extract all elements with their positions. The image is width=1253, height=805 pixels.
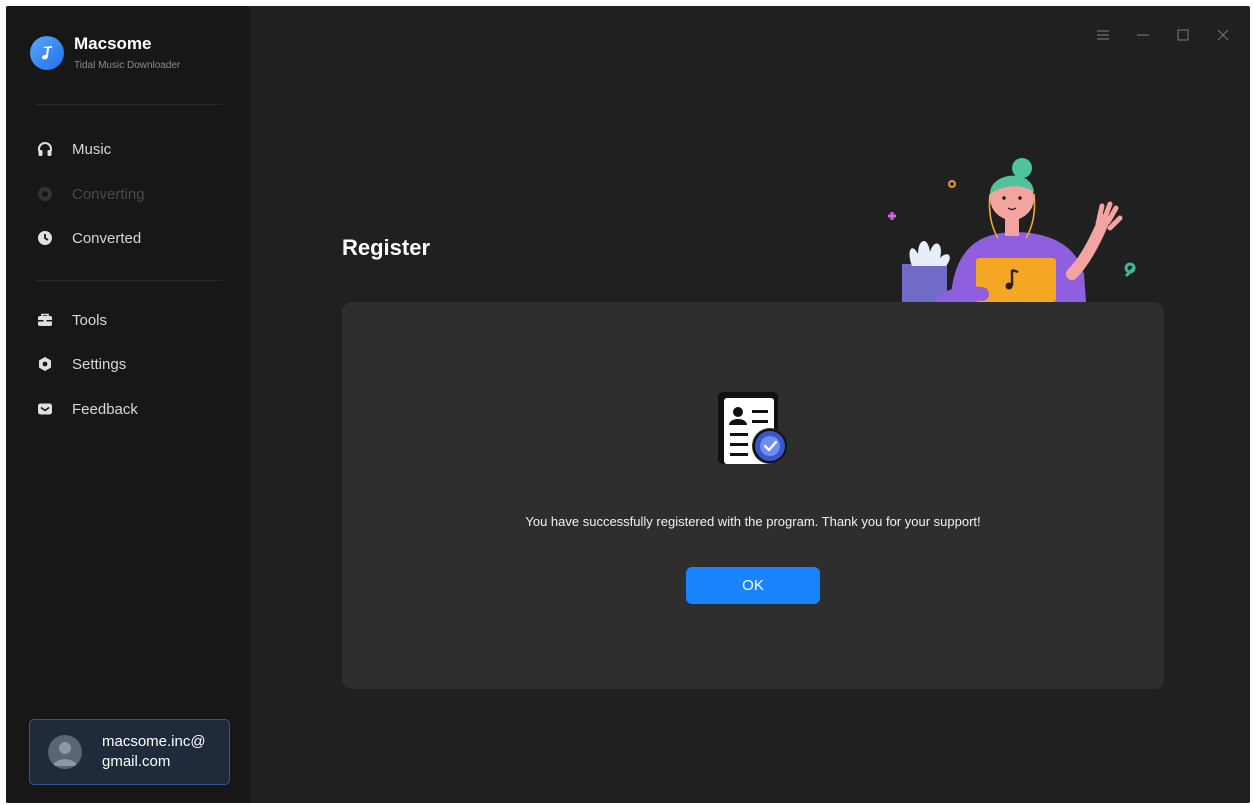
converting-icon [36, 185, 54, 203]
brand: Macsome Tidal Music Downloader [30, 34, 180, 71]
sidebar-item-label: Tools [72, 311, 108, 329]
sidebar-divider [36, 104, 222, 105]
toolbox-icon [36, 311, 54, 329]
headphones-icon [36, 140, 54, 158]
sidebar-item-label: Converted [72, 229, 142, 247]
app-logo-icon [30, 35, 64, 70]
minimize-icon[interactable] [1134, 28, 1152, 42]
sidebar-item-feedback[interactable]: Feedback [36, 395, 226, 423]
sidebar-item-label: Music [72, 140, 112, 158]
user-email: macsome.inc@ gmail.com [102, 732, 212, 772]
sidebar: Macsome Tidal Music Downloader Music Con… [6, 6, 250, 803]
avatar [48, 735, 82, 769]
sidebar-item-label: Settings [72, 355, 127, 373]
sidebar-item-label: Feedback [72, 400, 138, 418]
maximize-icon[interactable] [1174, 28, 1192, 42]
sidebar-item-settings[interactable]: Settings [36, 350, 226, 378]
register-success-panel: You have successfully registered with th… [342, 302, 1164, 689]
menu-icon[interactable] [1094, 28, 1112, 42]
sidebar-divider [36, 280, 222, 281]
mail-icon [36, 400, 54, 418]
close-icon[interactable] [1214, 28, 1232, 42]
sidebar-item-label: Converting [72, 185, 145, 203]
app-subtitle: Tidal Music Downloader [74, 60, 181, 71]
person-with-laptop-illustration [888, 158, 1136, 302]
success-message: You have successfully registered with th… [525, 514, 981, 529]
sidebar-item-converted[interactable]: Converted [36, 224, 226, 252]
sidebar-item-tools[interactable]: Tools [36, 306, 226, 334]
window-controls [1072, 28, 1232, 42]
app-window: Macsome Tidal Music Downloader Music Con… [6, 6, 1250, 803]
gear-icon [36, 355, 54, 373]
user-email-line2: gmail.com [102, 753, 171, 770]
sidebar-item-music[interactable]: Music [36, 135, 226, 163]
ok-button[interactable]: OK [686, 567, 820, 604]
app-name: Macsome [74, 34, 152, 53]
clock-icon [36, 229, 54, 247]
registration-certificate-icon [718, 392, 788, 464]
user-icon [53, 742, 77, 766]
page-title: Register [342, 235, 431, 260]
sidebar-item-converting: Converting [36, 180, 226, 208]
user-account-card[interactable]: macsome.inc@ gmail.com [29, 719, 230, 785]
user-email-line1: macsome.inc@ [102, 733, 206, 750]
